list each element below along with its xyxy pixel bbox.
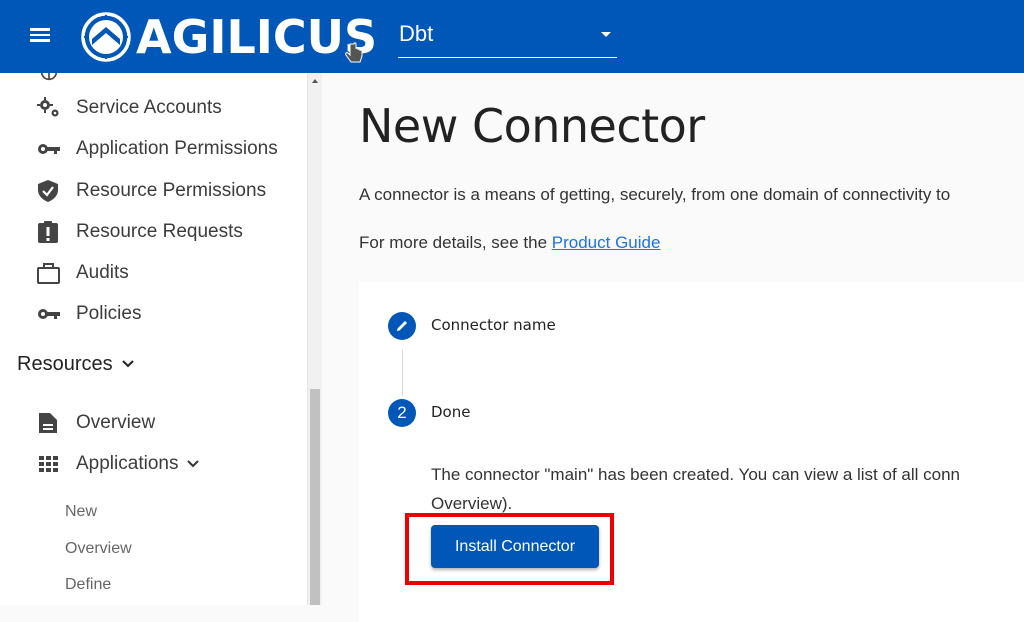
sidebar-scrollbar[interactable]	[307, 73, 322, 605]
sidebar-section-resources[interactable]: Resources	[17, 349, 135, 379]
sidebar-item-label: Service Accounts	[76, 97, 222, 118]
sidebar-item-service-accounts[interactable]: Service Accounts	[36, 93, 222, 123]
install-connector-button[interactable]: Install Connector	[431, 525, 599, 568]
step-2-label[interactable]: Done	[431, 403, 470, 421]
sidebar-item-resources-overview[interactable]: Overview	[36, 408, 155, 438]
step-1-circle[interactable]	[388, 312, 416, 340]
organisation-select-value: Dbt	[399, 21, 434, 46]
sidebar-item-label: Resource Permissions	[76, 180, 267, 201]
sidebar-item-resource-requests[interactable]: Resource Requests	[36, 217, 243, 247]
details-text: For more details, see the Product Guide	[359, 233, 660, 253]
sidebar-item-policies[interactable]: Policies	[36, 299, 141, 329]
page-description: A connector is a means of getting, secur…	[359, 185, 951, 204]
menu-icon-bar	[30, 33, 50, 36]
sidebar-subitem-define[interactable]: Define	[65, 576, 111, 594]
sidebar-item-label: Policies	[76, 303, 142, 324]
step-2-circle[interactable]: 2	[388, 399, 416, 427]
product-guide-link[interactable]: Product Guide	[552, 233, 661, 252]
app-header: AGILICUS Dbt	[0, 0, 1024, 73]
stepper-card: Connector name 2 Done The connector "mai…	[359, 282, 1024, 622]
organisation-select[interactable]: Dbt	[398, 18, 617, 58]
sidebar-nav: Service Accounts Application Permissions…	[0, 73, 307, 605]
sidebar-item-label: Resource Requests	[76, 221, 243, 242]
key-icon	[36, 137, 62, 161]
menu-icon-bar	[30, 39, 50, 42]
sidebar-item-label: Application Permissions	[76, 138, 278, 159]
step-connector-line	[402, 350, 403, 396]
brand-logo[interactable]: AGILICUS	[80, 10, 377, 64]
sidebar-item-resource-permissions[interactable]: Resource Permissions	[36, 176, 266, 206]
key-icon	[36, 302, 62, 326]
done-message: The connector "main" has been created. Y…	[431, 460, 1024, 518]
document-icon	[36, 411, 62, 435]
clipboard-alert-icon	[36, 220, 62, 244]
brand-name: AGILICUS	[136, 10, 378, 64]
step-1-label[interactable]: Connector name	[431, 316, 556, 334]
sidebar-subitem-overview[interactable]: Overview	[65, 540, 132, 558]
hand-cursor-icon	[345, 42, 363, 63]
gears-icon	[36, 96, 62, 120]
scrollbar-thumb[interactable]	[310, 389, 320, 605]
main-content: New Connector A connector is a means of …	[322, 73, 1024, 622]
globe-icon	[40, 73, 58, 81]
details-prefix: For more details, see the	[359, 233, 552, 252]
agilicus-logo-icon	[81, 12, 131, 62]
sidebar-item-application-permissions[interactable]: Application Permissions	[36, 134, 278, 164]
menu-button[interactable]	[28, 25, 52, 47]
sidebar-item-applications[interactable]: Applications	[36, 449, 200, 479]
menu-icon-bar	[30, 28, 50, 31]
done-message-line: The connector "main" has been created. Y…	[431, 465, 961, 484]
dropdown-arrow-icon	[601, 32, 611, 37]
sidebar-item-label: Audits	[76, 262, 129, 283]
scroll-up-arrow-icon[interactable]	[312, 79, 318, 83]
page-title: New Connector	[359, 99, 705, 153]
apps-grid-icon	[36, 452, 62, 476]
chevron-down-icon	[121, 360, 134, 368]
chevron-down-icon	[187, 460, 200, 468]
briefcase-icon	[36, 261, 62, 285]
shield-check-icon	[36, 179, 62, 203]
section-label: Resources	[17, 352, 113, 375]
sidebar-item-label: Overview	[76, 412, 156, 433]
sidebar-item-audits[interactable]: Audits	[36, 258, 129, 288]
sidebar-item-label: Applications	[76, 453, 179, 474]
pencil-icon	[397, 321, 407, 331]
sidebar-subitem-new[interactable]: New	[65, 503, 97, 521]
